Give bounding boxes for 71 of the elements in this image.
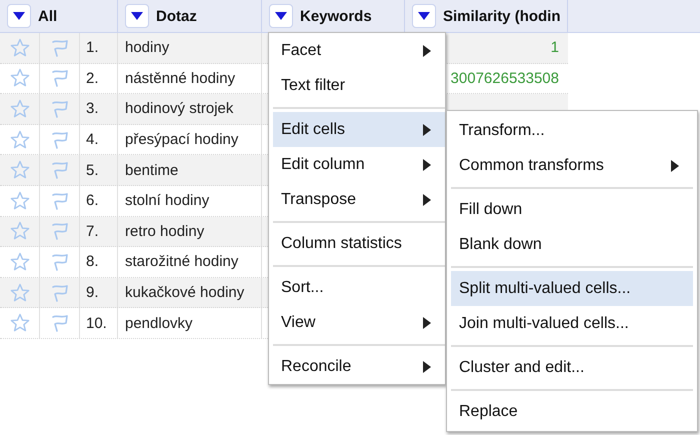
- caret-icon: [131, 12, 143, 20]
- menu-item[interactable]: Column statistics: [273, 226, 445, 261]
- menu-item[interactable]: Cluster and edit...: [451, 350, 693, 385]
- column-title: All: [38, 8, 58, 24]
- menu-item[interactable]: Split multi-valued cells...: [451, 271, 693, 306]
- star-icon[interactable]: [10, 98, 30, 119]
- flag-icon[interactable]: [50, 130, 70, 150]
- star-icon[interactable]: [10, 221, 30, 242]
- row-number: 2.: [86, 70, 99, 87]
- star-icon[interactable]: [10, 38, 30, 58]
- column-dropdown-button[interactable]: [269, 4, 293, 28]
- star-icon[interactable]: [10, 282, 30, 303]
- menu-item[interactable]: Edit cells: [273, 112, 445, 147]
- caret-icon: [13, 12, 25, 20]
- flag-icon[interactable]: [50, 68, 70, 88]
- menu-item[interactable]: Common transforms: [451, 148, 693, 183]
- column-dropdown-button[interactable]: [125, 4, 149, 28]
- menu-item[interactable]: Join multi-valued cells...: [451, 306, 693, 341]
- star-icon[interactable]: [10, 130, 30, 150]
- menu-item[interactable]: Blank down: [451, 227, 693, 262]
- column-dropdown-button[interactable]: [7, 4, 31, 28]
- table-cell: pendlovky: [125, 314, 193, 332]
- row-number: 9.: [86, 284, 99, 302]
- star-icon[interactable]: [10, 160, 30, 180]
- star-icon[interactable]: [10, 190, 30, 211]
- menu-item[interactable]: Replace: [451, 394, 693, 429]
- menu-item[interactable]: Facet: [273, 33, 445, 68]
- flag-icon[interactable]: [50, 313, 70, 334]
- menu-item[interactable]: Fill down: [451, 192, 693, 227]
- column-title: Similarity (hodin: [443, 8, 561, 24]
- table-cell: stolní hodiny: [125, 192, 210, 210]
- table-cell: 1: [550, 39, 559, 56]
- row-number: 1.: [86, 39, 99, 56]
- column-dropdown-button[interactable]: [412, 4, 436, 28]
- table-cell: retro hodiny: [125, 222, 204, 240]
- row-number: 5.: [86, 162, 99, 179]
- column-title: Dotaz: [156, 8, 197, 24]
- flag-icon[interactable]: [50, 38, 70, 58]
- star-icon[interactable]: [10, 68, 30, 88]
- menu-item[interactable]: Transform...: [451, 113, 693, 148]
- menu-item[interactable]: Transpose: [273, 182, 445, 217]
- caret-icon: [275, 12, 287, 20]
- row-number: 8.: [86, 253, 99, 270]
- row-number: 4.: [86, 131, 99, 148]
- table-cell: hodiny: [125, 39, 170, 56]
- table-cell: starožitné hodiny: [125, 253, 238, 270]
- table-cell: přesýpací hodiny: [125, 131, 238, 148]
- menu-item[interactable]: View: [273, 305, 445, 340]
- star-icon[interactable]: [10, 313, 30, 334]
- flag-icon[interactable]: [50, 190, 70, 211]
- menu-item[interactable]: Reconcile: [273, 349, 445, 384]
- table-cell: nástěnné hodiny: [125, 70, 236, 87]
- flag-icon[interactable]: [50, 252, 70, 272]
- flag-icon[interactable]: [50, 221, 70, 242]
- caret-icon: [418, 12, 430, 20]
- row-number: 3.: [86, 100, 99, 118]
- column-title: Keywords: [300, 8, 372, 24]
- table-cell: bentime: [125, 162, 178, 179]
- flag-icon[interactable]: [50, 160, 70, 180]
- row-number: 10.: [86, 314, 107, 332]
- table-cell: 3007626533508: [450, 70, 559, 87]
- row-number: 6.: [86, 192, 99, 210]
- row-number: 7.: [86, 222, 99, 240]
- menu-item[interactable]: Edit column: [273, 147, 445, 182]
- table-cell: kukačkové hodiny: [125, 284, 244, 302]
- menu-item[interactable]: Text filter: [273, 68, 445, 103]
- flag-icon[interactable]: [50, 98, 70, 119]
- table-cell: hodinový strojek: [125, 100, 234, 118]
- flag-icon[interactable]: [50, 282, 70, 303]
- menu-item[interactable]: Sort...: [273, 270, 445, 305]
- star-icon[interactable]: [10, 252, 30, 272]
